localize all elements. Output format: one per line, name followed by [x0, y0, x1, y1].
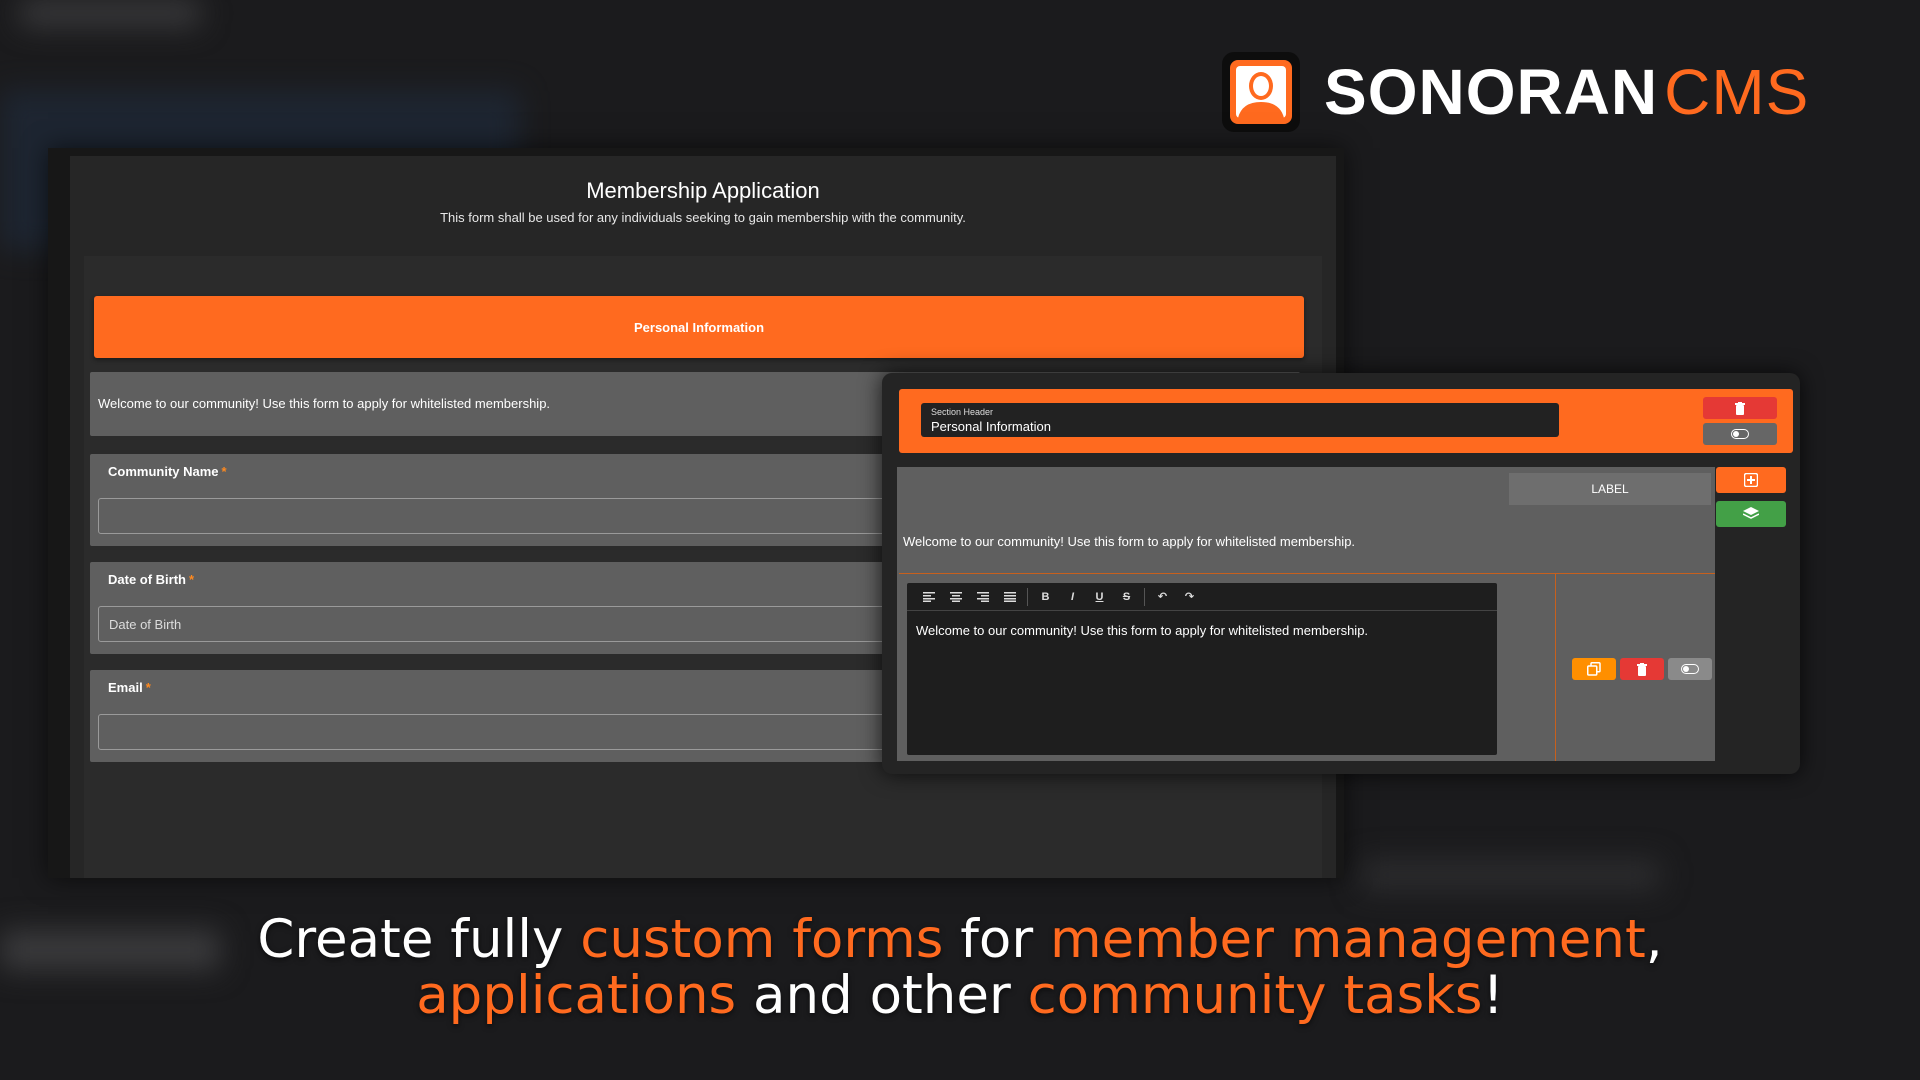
- caption-text: !: [1482, 965, 1504, 1026]
- caption-line-2: applications and other community tasks!: [0, 968, 1920, 1024]
- required-marker: *: [189, 572, 195, 587]
- caption-text: Create fully: [257, 909, 581, 970]
- redo-icon[interactable]: ↷: [1176, 586, 1203, 608]
- field-label: Date of Birth *: [108, 572, 194, 587]
- underline-icon[interactable]: U: [1086, 586, 1113, 608]
- layers-button[interactable]: [1716, 501, 1786, 527]
- align-justify-icon[interactable]: [996, 586, 1023, 608]
- caption-highlight: applications: [416, 965, 737, 1026]
- background-blur: [20, 0, 200, 26]
- form-subtitle: This form shall be used for any individu…: [440, 210, 966, 225]
- toolbar-separator: [1027, 587, 1028, 606]
- field-label: Community Name *: [108, 464, 227, 479]
- caption-line-1: Create fully custom forms for member man…: [0, 912, 1920, 968]
- caption-highlight: member management: [1050, 909, 1646, 970]
- caption-text: for: [943, 909, 1050, 970]
- rich-text-content[interactable]: Welcome to our community! Use this form …: [907, 611, 1497, 650]
- caption-text: ,: [1645, 909, 1663, 970]
- section-header-field-value: Personal Information: [931, 419, 1051, 434]
- trash-icon: [1637, 662, 1647, 676]
- field-label-text: Community Name: [108, 464, 219, 479]
- section-header-field[interactable]: Section Header Personal Information: [921, 403, 1559, 437]
- toggle-icon: [1681, 664, 1699, 674]
- section-header-field-label: Section Header: [931, 407, 994, 417]
- required-marker: *: [145, 680, 151, 695]
- background-blur: [1360, 860, 1660, 890]
- align-left-icon[interactable]: [915, 586, 942, 608]
- delete-section-button[interactable]: [1703, 397, 1777, 419]
- section-header-bar[interactable]: Personal Information: [94, 296, 1304, 358]
- delete-element-button[interactable]: [1620, 658, 1664, 680]
- bold-icon[interactable]: B: [1032, 586, 1059, 608]
- caption-highlight: custom forms: [580, 909, 944, 970]
- toggle-element-button[interactable]: [1668, 658, 1712, 680]
- plus-square-icon: [1744, 473, 1758, 487]
- divider: [1555, 574, 1556, 761]
- trash-icon: [1735, 401, 1745, 415]
- italic-icon[interactable]: I: [1059, 586, 1086, 608]
- welcome-text: Welcome to our community! Use this form …: [98, 396, 551, 411]
- divider: [899, 573, 1715, 574]
- align-center-icon[interactable]: [942, 586, 969, 608]
- required-marker: *: [221, 464, 227, 479]
- rich-text-editor[interactable]: B I U S ↶ ↷ Welcome to our community! Us…: [907, 583, 1497, 755]
- field-label-text: Date of Birth: [108, 572, 186, 587]
- align-right-icon[interactable]: [969, 586, 996, 608]
- rich-text-toolbar: B I U S ↶ ↷: [907, 583, 1497, 611]
- toggle-section-button[interactable]: [1703, 423, 1777, 445]
- add-element-button[interactable]: [1716, 467, 1786, 493]
- marketing-caption: Create fully custom forms for member man…: [0, 912, 1920, 1024]
- brand-word-secondary: CMS: [1664, 56, 1810, 128]
- brand-avatar-icon: [1222, 52, 1300, 132]
- toolbar-separator: [1144, 587, 1145, 606]
- label-type-button[interactable]: LABEL: [1509, 473, 1711, 505]
- undo-icon[interactable]: ↶: [1149, 586, 1176, 608]
- copy-icon: [1587, 662, 1601, 676]
- field-label-text: Email: [108, 680, 143, 695]
- brand-wordmark: SONORAN CMS: [1324, 60, 1809, 124]
- brand-logo: SONORAN CMS: [1222, 52, 1809, 132]
- toggle-icon: [1731, 429, 1749, 439]
- field-label: Email *: [108, 680, 151, 695]
- strikethrough-icon[interactable]: S: [1113, 586, 1140, 608]
- form-builder-editor: Section Header Personal Information LABE…: [882, 373, 1800, 774]
- label-element-editor: LABEL Welcome to our community! Use this…: [897, 467, 1715, 761]
- layers-icon: [1743, 507, 1759, 519]
- form-title: Membership Application: [586, 178, 820, 203]
- label-preview-text: Welcome to our community! Use this form …: [903, 534, 1356, 549]
- caption-text: and other: [736, 965, 1028, 1026]
- caption-highlight: community tasks: [1027, 965, 1483, 1026]
- section-header-editor: Section Header Personal Information: [899, 389, 1793, 453]
- duplicate-element-button[interactable]: [1572, 658, 1616, 680]
- brand-word-primary: SONORAN: [1324, 56, 1659, 128]
